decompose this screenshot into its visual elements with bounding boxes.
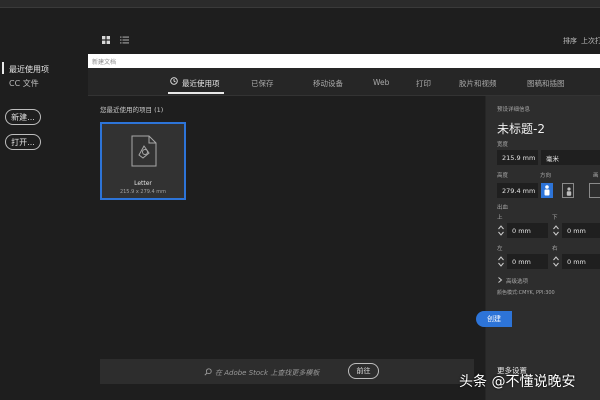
tab-print[interactable]: 打印 bbox=[416, 78, 431, 89]
tab-recent[interactable]: 最近使用项 bbox=[182, 78, 220, 89]
bleed-left-field[interactable]: 0 mm bbox=[507, 254, 548, 269]
tab-web[interactable]: Web bbox=[373, 78, 389, 87]
bleed-label: 出血 bbox=[497, 205, 509, 211]
landscape-person-icon bbox=[566, 187, 572, 196]
preset-name: Letter bbox=[134, 180, 152, 187]
portrait-orientation-button[interactable] bbox=[541, 183, 553, 198]
portrait-person-icon bbox=[544, 185, 550, 196]
height-field[interactable]: 279.4 mm bbox=[497, 183, 538, 198]
tab-saved[interactable]: 已保存 bbox=[251, 78, 274, 89]
unit-dropdown[interactable]: 毫米 bbox=[541, 150, 600, 165]
sidebar-active-indicator bbox=[2, 62, 4, 74]
sort-dropdown[interactable]: 上次打 bbox=[581, 36, 600, 46]
artboard-label: 画 bbox=[593, 173, 599, 179]
new-button[interactable]: 新建... bbox=[5, 109, 41, 125]
bleed-left-label: 左 bbox=[497, 246, 503, 252]
clock-icon bbox=[170, 77, 178, 85]
bleed-bottom-field[interactable]: 0 mm bbox=[562, 223, 600, 238]
open-button[interactable]: 打开... bbox=[5, 134, 41, 150]
create-button[interactable]: 创建 bbox=[476, 311, 512, 327]
tab-mobile[interactable]: 移动设备 bbox=[313, 78, 343, 89]
preset-details-label: 预设详细信息 bbox=[497, 107, 531, 113]
list-view-icon[interactable] bbox=[120, 36, 129, 44]
preset-card-letter[interactable]: Letter 215.9 x 279.4 mm bbox=[100, 122, 186, 200]
recent-items-heading: 您最近使用的项目 (1) bbox=[100, 106, 164, 114]
bleed-right-stepper-icon[interactable] bbox=[552, 254, 560, 269]
width-label: 宽度 bbox=[497, 142, 509, 148]
bleed-top-stepper-icon[interactable] bbox=[497, 223, 505, 238]
watermark: 头条 @不懂说晚安 bbox=[459, 374, 576, 390]
grid-view-icon[interactable] bbox=[102, 36, 110, 44]
bleed-top-label: 上 bbox=[497, 215, 503, 221]
width-field[interactable]: 215.9 mm bbox=[497, 150, 538, 165]
dialog-titlebar: 新建文档 bbox=[88, 54, 600, 68]
document-preset-icon bbox=[131, 135, 157, 167]
category-tabs bbox=[88, 68, 600, 96]
bleed-left-stepper-icon[interactable] bbox=[497, 254, 505, 269]
bleed-bottom-label: 下 bbox=[552, 215, 558, 221]
bleed-right-label: 右 bbox=[552, 246, 558, 252]
dialog-title: 新建文档 bbox=[92, 59, 117, 66]
sidebar-item-recent[interactable]: 最近使用项 bbox=[9, 64, 49, 75]
tab-film-video[interactable]: 胶片和视频 bbox=[459, 78, 497, 89]
search-input[interactable]: 在 Adobe Stock 上查找更多模板 bbox=[215, 368, 319, 378]
bleed-top-field[interactable]: 0 mm bbox=[507, 223, 548, 238]
height-label: 高度 bbox=[497, 173, 509, 179]
top-band bbox=[0, 0, 600, 8]
color-mode-info: 颜色模式:CMYK, PPI:300 bbox=[497, 290, 555, 296]
new-document-dialog: 新建文档 最近使用项 已保存 移动设备 Web 打印 胶片和视频 图稿和插图 您… bbox=[88, 54, 600, 400]
preset-details-panel: 预设详细信息 未标题-2 宽度 215.9 mm 毫米 高度 方向 画 279.… bbox=[486, 96, 600, 400]
search-icon bbox=[204, 368, 212, 376]
bleed-bottom-stepper-icon[interactable] bbox=[552, 223, 560, 238]
sidebar-item-cc-files[interactable]: CC 文件 bbox=[9, 78, 39, 89]
go-button[interactable]: 前往 bbox=[348, 363, 379, 379]
document-name-field[interactable]: 未标题-2 bbox=[497, 120, 545, 137]
landscape-orientation-button[interactable] bbox=[562, 183, 574, 198]
sort-label: 排序 bbox=[563, 37, 577, 45]
chevron-right-icon[interactable] bbox=[497, 277, 503, 283]
orientation-label: 方向 bbox=[540, 173, 552, 179]
active-tab-underline bbox=[168, 92, 224, 94]
preset-size: 215.9 x 279.4 mm bbox=[119, 189, 167, 195]
advanced-options-toggle[interactable]: 高级选项 bbox=[506, 277, 528, 285]
stock-search-bar[interactable]: 在 Adobe Stock 上查找更多模板 前往 bbox=[100, 359, 474, 384]
tab-art-illustration[interactable]: 图稿和插图 bbox=[527, 78, 565, 89]
bleed-right-field[interactable]: 0 mm bbox=[562, 254, 600, 269]
artboards-field[interactable] bbox=[589, 183, 600, 198]
